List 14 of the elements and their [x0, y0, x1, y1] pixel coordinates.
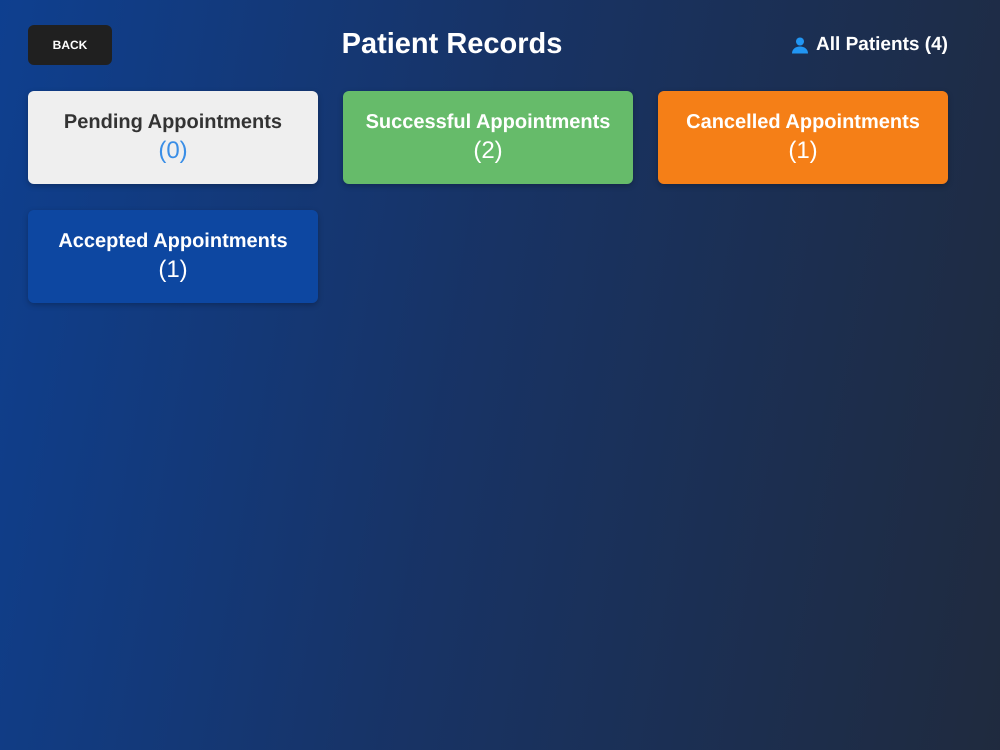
- card-title: Cancelled Appointments: [686, 110, 920, 134]
- page-title: Patient Records: [342, 27, 562, 62]
- user-icon: [792, 36, 808, 54]
- card-title: Successful Appointments: [366, 110, 610, 134]
- card-count: (0): [158, 136, 188, 166]
- card-count: (1): [788, 136, 818, 166]
- appointment-card[interactable]: Pending Appointments (0): [28, 91, 318, 184]
- card-title: Accepted Appointments: [58, 228, 288, 252]
- card-count: (2): [473, 136, 503, 166]
- card-count: (1): [158, 254, 188, 284]
- back-button[interactable]: BACK: [28, 25, 112, 65]
- appointment-card[interactable]: Accepted Appointments (1): [28, 210, 318, 303]
- all-patients-button[interactable]: All Patients (4): [792, 30, 948, 60]
- card-title: Pending Appointments: [64, 110, 282, 134]
